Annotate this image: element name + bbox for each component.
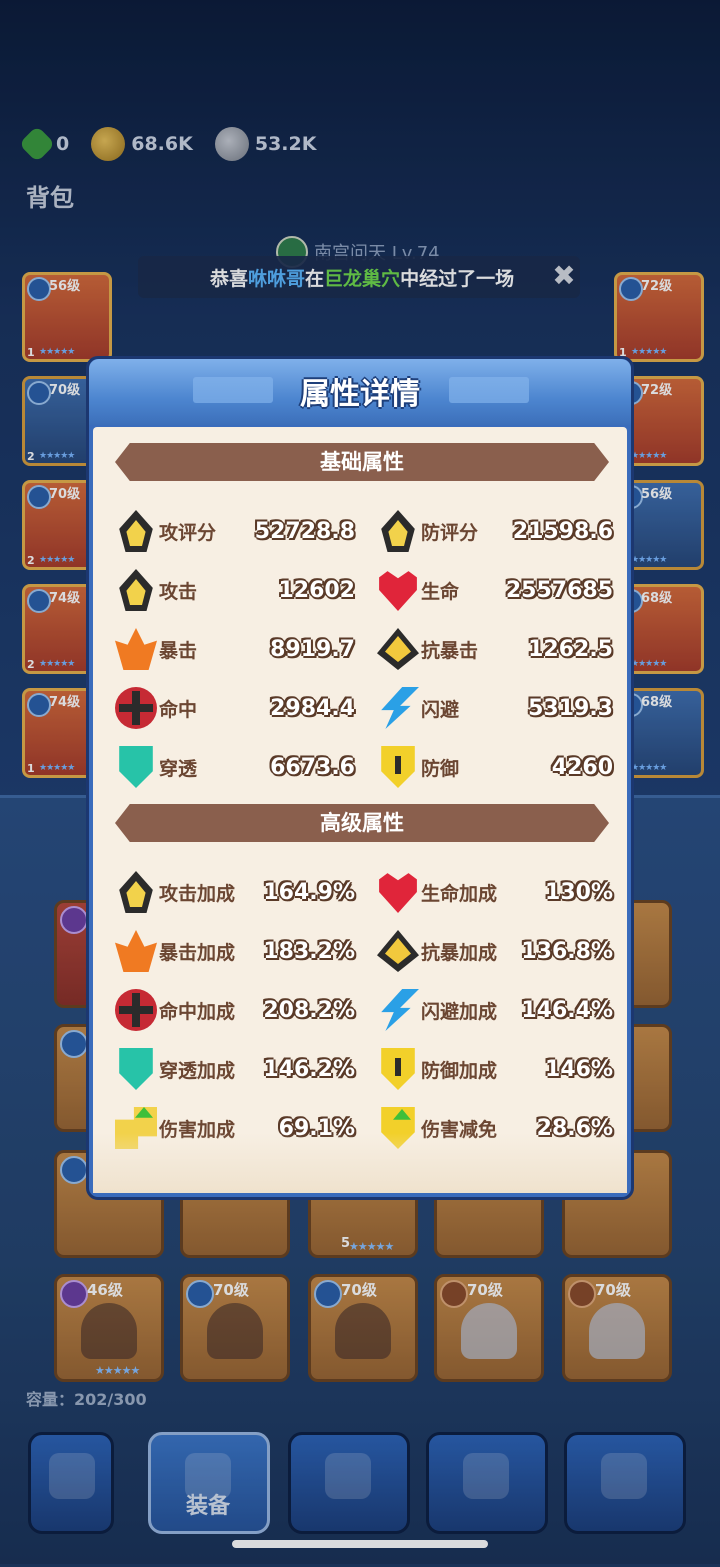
stat-label: 防御加成 bbox=[421, 1059, 498, 1082]
stat-value: 2557685 bbox=[505, 577, 613, 603]
stat-row: 防御 4260 bbox=[377, 743, 613, 791]
defense-rating-icon bbox=[381, 510, 415, 552]
stat-row: 命中加成 208.2% bbox=[115, 986, 355, 1034]
stat-label: 穿透 bbox=[159, 757, 198, 780]
stat-row: 防御加成 146% bbox=[377, 1045, 613, 1093]
dodge-icon bbox=[381, 687, 419, 729]
stat-label: 生命 bbox=[421, 580, 460, 603]
hp-bonus-icon bbox=[379, 873, 417, 913]
stat-value: 146.2% bbox=[263, 1056, 355, 1082]
stat-value: 1262.5 bbox=[528, 636, 613, 662]
modal-body: 基础属性 攻评分 52728.8 防评分 21598.6 攻击 12602 生命… bbox=[93, 427, 627, 1193]
stat-label: 暴击加成 bbox=[159, 941, 236, 964]
stat-label: 闪避加成 bbox=[421, 1000, 498, 1023]
advanced-attributes-header: 高级属性 bbox=[115, 804, 609, 842]
anti-crit-icon bbox=[377, 628, 419, 670]
stat-row: 生命加成 130% bbox=[377, 868, 613, 916]
stat-value: 130% bbox=[545, 879, 613, 905]
stat-value: 21598.6 bbox=[512, 518, 613, 544]
stat-row: 穿透 6673.6 bbox=[115, 743, 355, 791]
stat-row: 抗暴击 1262.5 bbox=[377, 625, 613, 673]
stat-row: 暴击加成 183.2% bbox=[115, 927, 355, 975]
stat-value: 12602 bbox=[278, 577, 355, 603]
stat-value: 6673.6 bbox=[270, 754, 355, 780]
anti-crit-bonus-icon bbox=[377, 930, 419, 972]
penetration-bonus-icon bbox=[119, 1048, 153, 1090]
stat-label: 暴击 bbox=[159, 639, 198, 662]
stat-label: 抗暴击 bbox=[421, 639, 479, 662]
stat-row: 攻击加成 164.9% bbox=[115, 868, 355, 916]
modal-header: 属性详情 bbox=[89, 359, 631, 425]
attribute-details-modal: 属性详情 基础属性 攻评分 52728.8 防评分 21598.6 攻击 126… bbox=[86, 356, 634, 1200]
stat-label: 攻击加成 bbox=[159, 882, 236, 905]
stat-label: 攻击 bbox=[159, 580, 198, 603]
crit-icon bbox=[115, 628, 157, 670]
attack-icon bbox=[119, 569, 153, 611]
attack-bonus-icon bbox=[119, 871, 153, 913]
stat-value: 164.9% bbox=[263, 879, 355, 905]
stat-value: 2984.4 bbox=[270, 695, 355, 721]
stat-row: 闪避加成 146.4% bbox=[377, 986, 613, 1034]
stat-label: 穿透加成 bbox=[159, 1059, 236, 1082]
stat-row: 暴击 8919.7 bbox=[115, 625, 355, 673]
stat-label: 生命加成 bbox=[421, 882, 498, 905]
modal-title: 属性详情 bbox=[300, 377, 420, 412]
heart-icon bbox=[379, 571, 417, 611]
stat-value: 8919.7 bbox=[270, 636, 355, 662]
stat-value: 52728.8 bbox=[254, 518, 355, 544]
stat-row: 生命 2557685 bbox=[377, 566, 613, 614]
dodge-bonus-icon bbox=[381, 989, 419, 1031]
stat-value: 208.2% bbox=[263, 997, 355, 1023]
stat-value: 136.8% bbox=[521, 938, 613, 964]
stat-label: 攻评分 bbox=[159, 521, 217, 544]
stat-value: 4260 bbox=[551, 754, 613, 780]
decorative-ground bbox=[93, 1133, 627, 1193]
stat-row: 抗暴加成 136.8% bbox=[377, 927, 613, 975]
stat-row: 穿透加成 146.2% bbox=[115, 1045, 355, 1093]
stat-value: 5319.3 bbox=[528, 695, 613, 721]
basic-attributes-header: 基础属性 bbox=[115, 443, 609, 481]
stat-row: 闪避 5319.3 bbox=[377, 684, 613, 732]
penetration-icon bbox=[119, 746, 153, 788]
hit-icon bbox=[115, 687, 157, 729]
attack-rating-icon bbox=[119, 510, 153, 552]
hit-bonus-icon bbox=[115, 989, 157, 1031]
stat-label: 命中加成 bbox=[159, 1000, 236, 1023]
stat-label: 防评分 bbox=[421, 521, 479, 544]
stat-row: 攻击 12602 bbox=[115, 566, 355, 614]
stat-label: 闪避 bbox=[421, 698, 460, 721]
defense-bonus-icon bbox=[381, 1048, 415, 1090]
stat-label: 防御 bbox=[421, 757, 460, 780]
stat-row: 防评分 21598.6 bbox=[377, 507, 613, 555]
defense-icon bbox=[381, 746, 415, 788]
stat-value: 146% bbox=[545, 1056, 613, 1082]
stat-label: 抗暴加成 bbox=[421, 941, 498, 964]
stat-label: 命中 bbox=[159, 698, 198, 721]
stat-row: 命中 2984.4 bbox=[115, 684, 355, 732]
stat-value: 146.4% bbox=[521, 997, 613, 1023]
stat-value: 183.2% bbox=[263, 938, 355, 964]
crit-bonus-icon bbox=[115, 930, 157, 972]
stat-row: 攻评分 52728.8 bbox=[115, 507, 355, 555]
